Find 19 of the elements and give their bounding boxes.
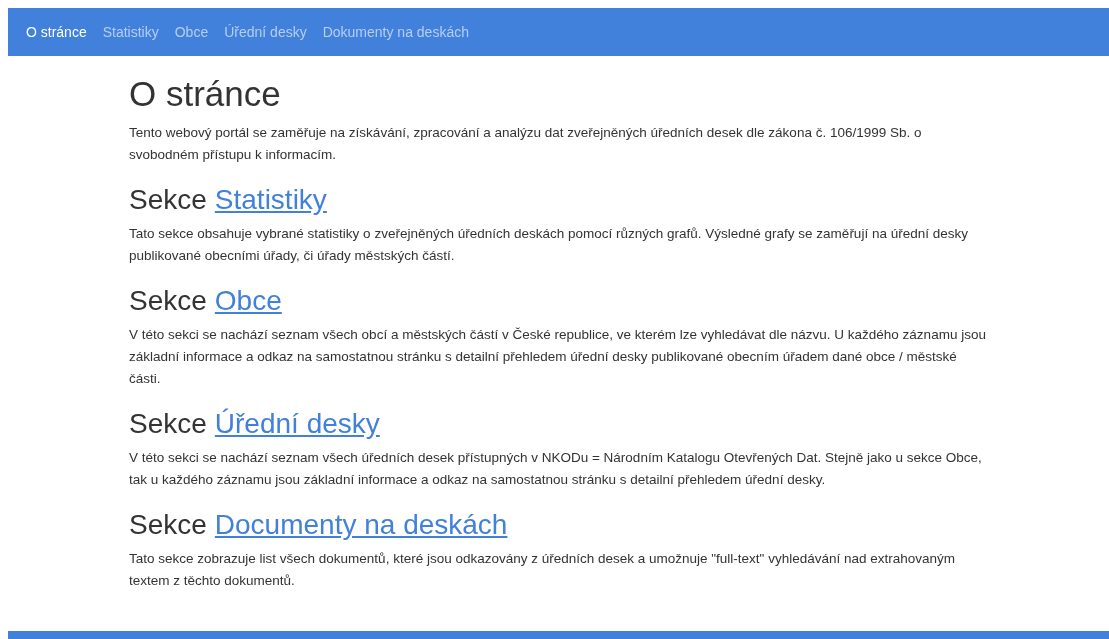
section-link[interactable]: Úřední desky — [214, 408, 380, 439]
nav-link[interactable]: Úřední desky — [224, 21, 307, 43]
section-description: Tato sekce obsahuje vybrané statistiky o zveřejněných úředních deskách pomocí různých grafů. Výsledné grafy se zaměřují na úřední desky publikované obecními úřady, či úřady městských částí. — [129, 225, 969, 265]
nav-link[interactable]: O stránce — [26, 21, 87, 43]
nav-link[interactable]: Dokumenty na deskách — [322, 21, 469, 43]
section-description: Tato sekce zobrazuje list všech dokumentů, které jsou odkazovány z úředních desek a umožnuje "full-text" vyhledávání nad extrahovaným textem z těchto dokumentů. — [129, 550, 957, 590]
section-heading: Sekce — [129, 184, 207, 215]
section-heading: Sekce — [129, 509, 207, 540]
section-link[interactable]: Statistiky — [214, 184, 327, 215]
nav-link[interactable]: Statistiky — [102, 21, 159, 43]
section-heading: Sekce — [129, 285, 207, 316]
section-description: V této sekci se nachází seznam všech úředních desek přístupných v NKODu = Národním Katalogu Otevřených Dat. Stejně jako u sekce Obce, tak u každého záznamu jsou základní informace a odkaz na samostatnou stránku s detailní přehledem úřední desky. — [129, 449, 983, 489]
page-title: O stránce — [129, 74, 282, 114]
section-heading: Sekce — [129, 408, 207, 439]
nav-link[interactable]: Obce — [174, 21, 209, 43]
intro-paragraph: Tento webový portál se zaměřuje na získávání, zpracování a analýzu dat zveřejněných úředních desek dle zákona č. 106/1999 Sb. o svobodném přístupu k informacím. — [129, 124, 923, 164]
section-link[interactable]: Documenty na deskách — [214, 509, 508, 540]
section-link[interactable]: Obce — [214, 285, 282, 316]
section-description: V této sekci se nachází seznam všech obcí a městských částí v České republice, ve kterém lze vyhledávat dle názvu. U každého záznamu jsou základní informace a odkaz na samostatnou stránku s detailní přehledem úřední desky publikované obecním úřadem dané obce / městské části. — [129, 326, 987, 388]
